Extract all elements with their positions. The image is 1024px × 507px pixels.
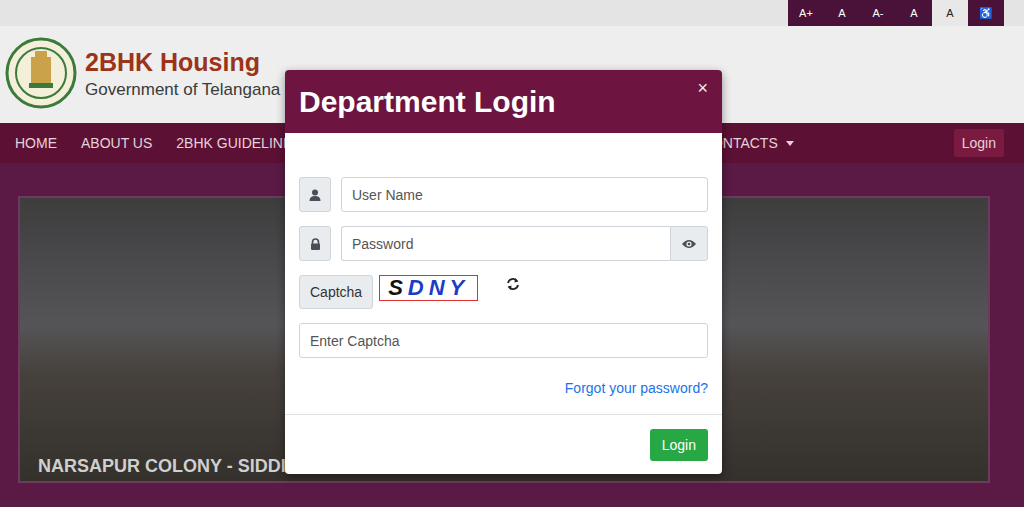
login-button[interactable]: Login (954, 129, 1004, 157)
nav-item[interactable]: ABOUT US (81, 135, 152, 151)
password-input[interactable] (341, 226, 670, 261)
captcha-input-row (299, 323, 708, 358)
captcha-code: SDNY (388, 275, 469, 301)
modal-title: Department Login (299, 85, 556, 119)
font-size-button[interactable]: A (896, 0, 932, 26)
nav-menu: HOME ABOUT US 2BHK GUIDELINES (15, 135, 302, 151)
eye-icon[interactable] (670, 226, 708, 261)
captcha-label: Captcha (299, 275, 373, 309)
login-modal: Department Login × Captcha SDNY Forgot your … (285, 70, 722, 474)
password-row (299, 226, 708, 261)
submit-button[interactable]: Login (650, 429, 708, 461)
dropdown-caret-icon (786, 141, 794, 146)
nav-item[interactable]: 2BHK GUIDELINES (176, 135, 301, 151)
username-row (299, 177, 708, 212)
modal-footer: Login (285, 414, 722, 474)
brand: 2BHK Housing Government of Telangana (85, 49, 280, 99)
close-button[interactable]: × (697, 78, 708, 99)
site-title: 2BHK Housing (85, 49, 280, 77)
carousel-caption: NARSAPUR COLONY - SIDDIPET (38, 456, 321, 477)
font-size-button[interactable]: ♿ (968, 0, 1004, 26)
forgot-row: Forgot your password? (299, 372, 708, 396)
captcha-image: SDNY (379, 275, 478, 301)
captcha-input[interactable] (299, 323, 708, 358)
font-size-button[interactable]: A (824, 0, 860, 26)
captcha-row: Captcha SDNY (299, 275, 708, 309)
font-size-button[interactable]: A+ (788, 0, 824, 26)
user-icon (299, 177, 331, 212)
emblem-icon (5, 37, 77, 113)
accessibility-controls: A+AA-AA♿ (788, 0, 1004, 26)
lock-icon (299, 226, 331, 261)
site-subtitle: Government of Telangana (85, 81, 280, 100)
font-size-button[interactable]: A (932, 0, 968, 26)
font-size-button[interactable]: A- (860, 0, 896, 26)
nav-item[interactable]: HOME (15, 135, 57, 151)
top-bar: A+AA-AA♿ (0, 0, 1024, 26)
forgot-password-link[interactable]: Forgot your password? (565, 380, 708, 396)
modal-header: Department Login × (285, 70, 722, 133)
refresh-icon[interactable] (506, 277, 520, 295)
username-input[interactable] (341, 177, 708, 212)
modal-body: Captcha SDNY Forgot your password? (285, 133, 722, 404)
